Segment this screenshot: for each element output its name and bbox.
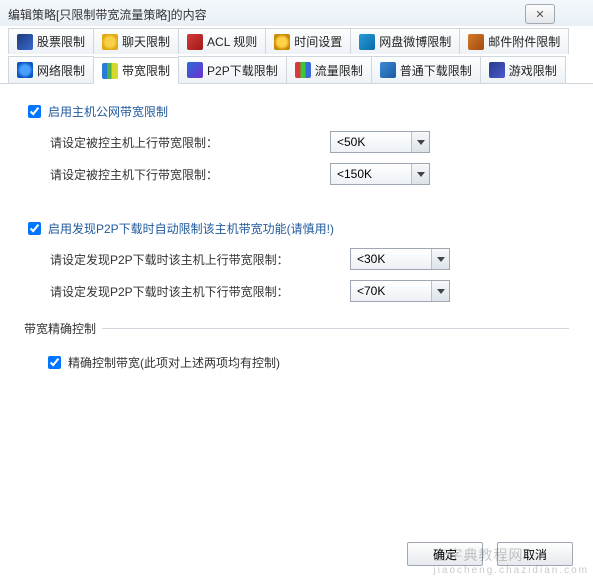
host-up-select[interactable]: <50K bbox=[330, 131, 430, 153]
tab-label: 网络限制 bbox=[37, 62, 85, 79]
mail-icon bbox=[468, 34, 484, 50]
globe-icon bbox=[359, 34, 375, 50]
host-down-select[interactable]: <150K bbox=[330, 163, 430, 185]
tab-time[interactable]: 时间设置 bbox=[265, 28, 351, 54]
host-down-value: <150K bbox=[337, 167, 372, 181]
tab-chat[interactable]: 聊天限制 bbox=[93, 28, 179, 54]
p2p-down-label: 请设定发现P2P下载时该主机下行带宽限制： bbox=[50, 283, 350, 300]
enable-p2p-auto-row: 启用发现P2P下载时自动限制该主机带宽功能(请慎用!) bbox=[24, 219, 569, 238]
tab-label: 带宽限制 bbox=[122, 62, 170, 79]
tab-label: 聊天限制 bbox=[122, 33, 170, 50]
tab-download[interactable]: 普通下载限制 bbox=[371, 56, 481, 83]
enable-p2p-auto-label: 启用发现P2P下载时自动限制该主机带宽功能(请慎用!) bbox=[48, 220, 334, 237]
tab-label: 网盘微博限制 bbox=[379, 33, 451, 50]
host-down-label: 请设定被控主机下行带宽限制： bbox=[50, 166, 330, 183]
tab-label: 股票限制 bbox=[37, 33, 85, 50]
ok-button[interactable]: 确定 bbox=[407, 542, 483, 566]
precise-control-label: 精确控制带宽(此项对上述两项均有控制) bbox=[68, 354, 280, 371]
dialog-buttons: 确定 取消 bbox=[407, 542, 573, 566]
titlebar: 编辑策略[只限制带宽流量策略]的内容 ✕ bbox=[0, 0, 593, 26]
precise-control-checkbox[interactable] bbox=[48, 356, 61, 369]
tab-label: 邮件附件限制 bbox=[488, 33, 560, 50]
host-up-label: 请设定被控主机上行带宽限制： bbox=[50, 134, 330, 151]
chevron-down-icon bbox=[431, 281, 449, 301]
p2p-icon bbox=[187, 62, 203, 78]
tab-label: 游戏限制 bbox=[509, 62, 557, 79]
cancel-button[interactable]: 取消 bbox=[497, 542, 573, 566]
chevron-down-icon bbox=[411, 132, 429, 152]
tab-bandwidth[interactable]: 带宽限制 bbox=[93, 57, 179, 84]
watermark-line2: jiaocheng.chazidian.com bbox=[433, 565, 589, 576]
window-title: 编辑策略[只限制带宽流量策略]的内容 bbox=[8, 6, 525, 23]
cancel-label: 取消 bbox=[523, 546, 547, 563]
p2p-down-value: <70K bbox=[357, 284, 385, 298]
ie-icon bbox=[17, 62, 33, 78]
tab-netdisk[interactable]: 网盘微博限制 bbox=[350, 28, 460, 54]
game-icon bbox=[489, 62, 505, 78]
tab-p2p[interactable]: P2P下载限制 bbox=[178, 56, 287, 83]
tab-label: ACL 规则 bbox=[207, 33, 257, 50]
clock-icon bbox=[274, 34, 290, 50]
tab-game[interactable]: 游戏限制 bbox=[480, 56, 566, 83]
p2p-up-value: <30K bbox=[357, 252, 385, 266]
chevron-down-icon bbox=[431, 249, 449, 269]
close-icon: ✕ bbox=[535, 8, 544, 21]
precise-control-legend: 带宽精确控制 bbox=[24, 320, 102, 337]
tab-acl[interactable]: ACL 规则 bbox=[178, 28, 266, 54]
tab-strip: 股票限制 聊天限制 ACL 规则 时间设置 网盘微博限制 邮件附件限制 网络限制… bbox=[0, 26, 593, 84]
download-icon bbox=[380, 62, 396, 78]
enable-host-bandwidth-row: 启用主机公网带宽限制 bbox=[24, 102, 569, 121]
close-button[interactable]: ✕ bbox=[525, 4, 555, 24]
enable-p2p-auto-checkbox[interactable] bbox=[28, 222, 41, 235]
acl-icon bbox=[187, 34, 203, 50]
enable-host-bandwidth-checkbox[interactable] bbox=[28, 105, 41, 118]
tab-panel-bandwidth: 启用主机公网带宽限制 请设定被控主机上行带宽限制： <50K 请设定被控主机下行… bbox=[0, 84, 593, 580]
tab-traffic[interactable]: 流量限制 bbox=[286, 56, 372, 83]
tab-label: 时间设置 bbox=[294, 33, 342, 50]
stocks-icon bbox=[17, 34, 33, 50]
tab-label: 普通下载限制 bbox=[400, 62, 472, 79]
bandwidth-icon bbox=[102, 63, 118, 79]
p2p-up-select[interactable]: <30K bbox=[350, 248, 450, 270]
p2p-down-select[interactable]: <70K bbox=[350, 280, 450, 302]
traffic-icon bbox=[295, 62, 311, 78]
ok-label: 确定 bbox=[433, 546, 457, 563]
p2p-up-label: 请设定发现P2P下载时该主机上行带宽限制： bbox=[50, 251, 350, 268]
tab-label: P2P下载限制 bbox=[207, 62, 278, 79]
chat-icon bbox=[102, 34, 118, 50]
precise-control-group: 带宽精确控制 精确控制带宽(此项对上述两项均有控制) bbox=[24, 320, 569, 382]
chevron-down-icon bbox=[411, 164, 429, 184]
tab-mail[interactable]: 邮件附件限制 bbox=[459, 28, 569, 54]
host-up-value: <50K bbox=[337, 135, 365, 149]
tab-stocks[interactable]: 股票限制 bbox=[8, 28, 94, 54]
tab-label: 流量限制 bbox=[315, 62, 363, 79]
tab-network[interactable]: 网络限制 bbox=[8, 56, 94, 83]
enable-host-bandwidth-label: 启用主机公网带宽限制 bbox=[48, 103, 168, 120]
